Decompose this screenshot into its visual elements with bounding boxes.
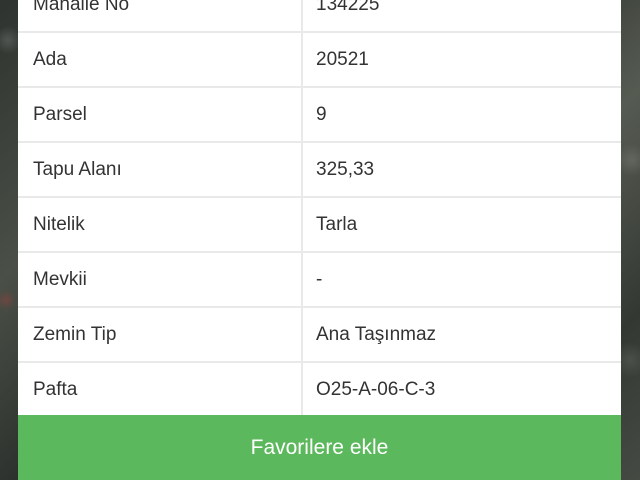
row-label: Parsel — [18, 88, 301, 141]
table-row-tapu-alani: Tapu Alanı 325,33 — [18, 143, 621, 196]
row-label: Mahalle No — [18, 0, 301, 31]
row-value: Ana Taşınmaz — [303, 308, 621, 361]
row-value: 20521 — [303, 33, 621, 86]
row-label: Nitelik — [18, 198, 301, 251]
add-to-favorites-button[interactable]: Favorilere ekle — [18, 415, 621, 480]
table-row-nitelik: Nitelik Tarla — [18, 198, 621, 251]
row-value: 325,33 — [303, 143, 621, 196]
table-row-pafta: Pafta O25-A-06-C-3 — [18, 363, 621, 416]
parcel-details-table: Mahalle No 134225 Ada 20521 Parsel 9 Tap… — [18, 0, 621, 418]
table-row-zemin-tip: Zemin Tip Ana Taşınmaz — [18, 308, 621, 361]
row-value: 134225 — [303, 0, 621, 31]
row-label: Ada — [18, 33, 301, 86]
row-value: Tarla — [303, 198, 621, 251]
table-row-mahalle-no: Mahalle No 134225 — [18, 0, 621, 31]
table-row-parsel: Parsel 9 — [18, 88, 621, 141]
row-value: - — [303, 253, 621, 306]
row-label: Tapu Alanı — [18, 143, 301, 196]
table-row-ada: Ada 20521 — [18, 33, 621, 86]
row-value: 9 — [303, 88, 621, 141]
row-label: Pafta — [18, 363, 301, 416]
row-label: Zemin Tip — [18, 308, 301, 361]
parcel-details-panel: Mahalle No 134225 Ada 20521 Parsel 9 Tap… — [18, 0, 621, 480]
row-label: Mevkii — [18, 253, 301, 306]
row-value: O25-A-06-C-3 — [303, 363, 621, 416]
table-row-mevkii: Mevkii - — [18, 253, 621, 306]
